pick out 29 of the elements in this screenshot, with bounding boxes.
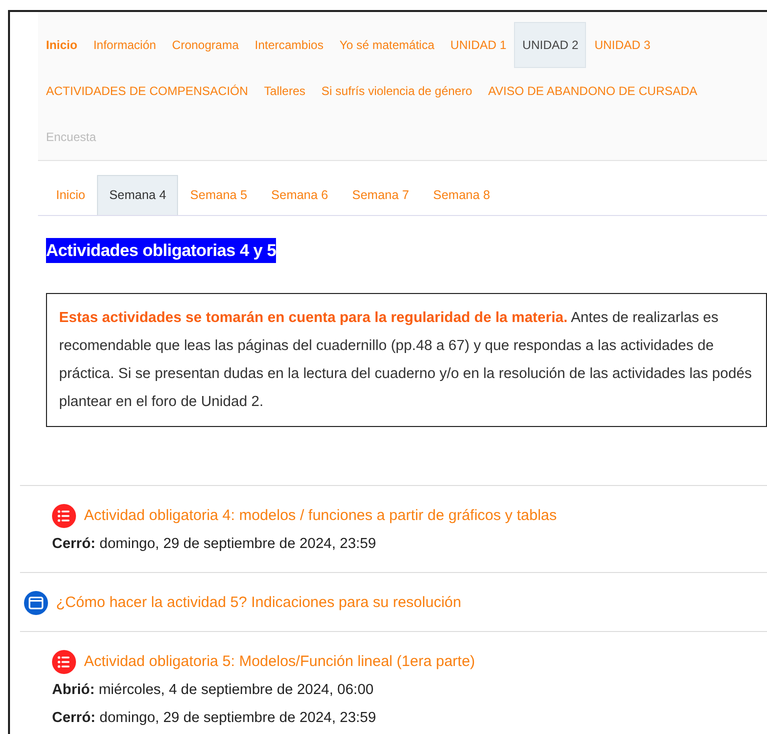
- course-tab[interactable]: UNIDAD 1: [442, 22, 514, 68]
- week-tab[interactable]: Semana 4: [97, 175, 178, 215]
- section-title: Actividades obligatorias 4 y 5: [46, 238, 276, 264]
- activity-link[interactable]: ¿Cómo hacer la actividad 5? Indicaciones para su resolución: [56, 592, 462, 614]
- window-icon: [24, 591, 48, 615]
- date-text: Abrió: miércoles, 4 de septiembre de 2024, 06:00: [52, 681, 375, 700]
- course-tab[interactable]: Yo sé matemática: [331, 22, 442, 68]
- week-tab[interactable]: Semana 8: [421, 175, 502, 215]
- course-tab[interactable]: Cronograma: [164, 22, 247, 68]
- activity-link[interactable]: Actividad obligatoria 5: Modelos/Función lineal (1era parte): [84, 650, 476, 674]
- week-tab[interactable]: Semana 5: [178, 175, 260, 215]
- course-tab[interactable]: Si sufrís violencia de género: [313, 68, 480, 114]
- activity-link[interactable]: Actividad obligatoria 4: modelos / funciones a partir de gráficos y tablas: [84, 505, 557, 528]
- notice-text: Estas actividades se tomarán en cuenta para la regularidad de la materia. Antes de realizarlas es recomendable que leas las páginas del cuadernillo (pp.48 a 67) y que respondas a las actividades de práctica. Si se presentan dudas en la lectura del cuaderno y/o en la resolución de las actividades las podés plantear en el foro de Unidad 2.: [46, 293, 767, 428]
- course-tab[interactable]: UNIDAD 2: [514, 22, 586, 68]
- course-tab[interactable]: Talleres: [256, 68, 314, 114]
- course-tab[interactable]: AVISO DE ABANDONO DE CURSADA: [480, 68, 706, 114]
- date-text: Cerró: domingo, 29 de septiembre de 2024, 23:59: [52, 708, 378, 728]
- week-tab[interactable]: Semana 6: [259, 175, 340, 215]
- course-tab[interactable]: ACTIVIDADES DE COMPENSACIÓN: [38, 68, 256, 114]
- date-text: Cerró: domingo, 29 de septiembre de 2024, 23:59: [52, 535, 378, 554]
- course-tab[interactable]: UNIDAD 3: [586, 22, 658, 68]
- course-tab[interactable]: Información: [85, 22, 164, 68]
- course-tab[interactable]: Intercambios: [246, 22, 332, 68]
- week-tab[interactable]: Inicio: [44, 175, 98, 215]
- course-tab[interactable]: Inicio: [38, 22, 86, 68]
- week-tab[interactable]: Semana 7: [340, 175, 422, 215]
- assignment-icon: [52, 504, 76, 528]
- assignment-icon: [52, 650, 76, 674]
